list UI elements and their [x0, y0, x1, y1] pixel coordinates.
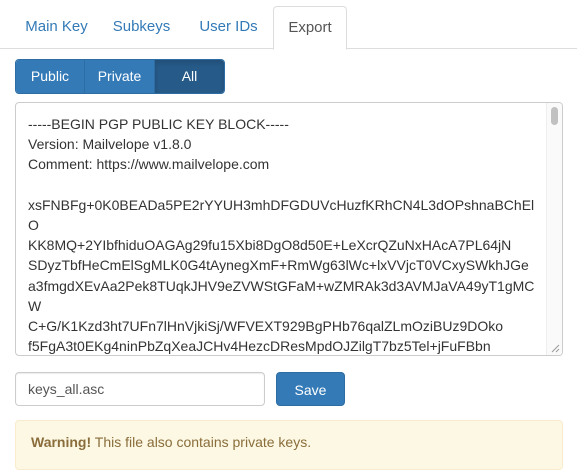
key-line: [28, 175, 548, 195]
key-line: SDyzTbfHeCmElSgMLK0G4tAynegXmF+RmWg63lWc…: [28, 257, 529, 274]
tab-main-key[interactable]: Main Key: [15, 6, 98, 49]
tab-subkeys[interactable]: Subkeys: [98, 6, 185, 49]
private-keys-button[interactable]: Private: [84, 60, 154, 93]
warning-label: Warning!: [31, 434, 92, 450]
tab-export[interactable]: Export: [273, 6, 347, 50]
resize-grip-icon[interactable]: [551, 344, 560, 353]
key-line: W: [28, 297, 42, 314]
filename-input[interactable]: [15, 372, 265, 406]
private-key-warning: Warning! This file also contains private…: [15, 420, 563, 470]
key-line: KK8MQ+2YIbfhiduOAGAg29fu15Xbi8DgO8d50E+L…: [28, 237, 512, 254]
key-line: O: [28, 216, 39, 233]
warning-text: This file also contains private keys.: [91, 434, 312, 450]
all-keys-button[interactable]: All: [154, 60, 224, 93]
scrollbar-thumb[interactable]: [551, 107, 558, 125]
key-block-text: -----BEGIN PGP PUBLIC KEY BLOCK----- Ver…: [28, 114, 548, 355]
textarea-scrollbar[interactable]: [546, 103, 562, 355]
key-block-textarea[interactable]: -----BEGIN PGP PUBLIC KEY BLOCK----- Ver…: [15, 102, 563, 356]
key-line: -----BEGIN PGP PUBLIC KEY BLOCK-----: [28, 116, 289, 132]
key-line: Comment: https://www.mailvelope.com: [28, 156, 270, 173]
key-line: f5FgA3t0EKg4ninPbZqXeaJCHv4HezcDResMpdOJ…: [28, 338, 491, 355]
save-button[interactable]: Save: [276, 372, 345, 406]
tab-user-ids[interactable]: User IDs: [185, 6, 272, 49]
tab-bar: Main Key Subkeys User IDs Export: [0, 0, 577, 50]
key-line: C+G/K1Kzd3ht7UFn7lHnVjkiSj/WFVEXT929BgPH…: [28, 317, 504, 334]
key-line: a3fmgdXEvAa2Pek8TUqkJHV9eZVWStGFaM+wZMRA…: [28, 277, 535, 294]
key-line: Version: Mailvelope v1.8.0: [28, 136, 192, 153]
key-line: xsFNBFg+0K0BEADa5PE2rYYUH3mhDFGDUVcHuzfK…: [28, 196, 535, 213]
export-type-toggle: Public Private All: [15, 59, 225, 94]
public-keys-button[interactable]: Public: [16, 60, 84, 93]
